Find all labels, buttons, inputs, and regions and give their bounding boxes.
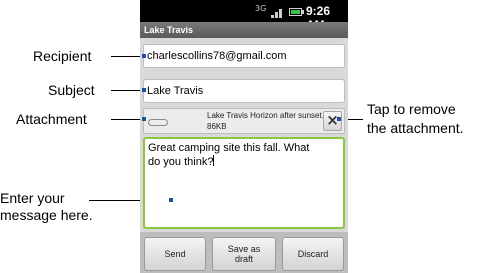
message-body-line2: do you think? xyxy=(148,156,214,168)
callout-recipient-dot xyxy=(142,54,146,58)
callout-subject: Subject xyxy=(48,82,95,98)
message-body-field[interactable]: Great camping site this fall. What do yo… xyxy=(143,137,345,229)
remove-attachment-button[interactable]: × xyxy=(323,111,342,131)
action-bar: Send Save as draft Discard xyxy=(140,232,348,273)
callout-recipient: Recipient xyxy=(33,48,92,64)
callout-remove-line1: Tap to remove xyxy=(367,101,456,117)
callout-message-dot xyxy=(169,198,173,202)
text-cursor xyxy=(213,155,215,166)
callout-remove-dot xyxy=(337,117,341,121)
callout-attachment: Attachment xyxy=(16,111,87,127)
attachment-name: Lake Travis Horizon after sunset. xyxy=(207,111,324,120)
discard-button[interactable]: Discard xyxy=(282,237,344,271)
callout-subject-dot xyxy=(142,88,146,92)
callout-attachment-dot xyxy=(142,117,146,121)
battery-icon xyxy=(289,8,302,16)
message-body-line1: Great camping site this fall. What xyxy=(148,142,310,154)
send-button[interactable]: Send xyxy=(144,237,206,271)
callout-message-line1: Enter your xyxy=(0,190,65,206)
callout-message-line2: message here. xyxy=(0,207,93,223)
paperclip-icon xyxy=(148,119,168,126)
discard-button-label: Discard xyxy=(297,249,329,259)
subject-field[interactable]: Lake Travis xyxy=(143,79,345,103)
save-draft-label: Save as draft xyxy=(227,244,261,264)
send-button-label: Send xyxy=(164,249,186,259)
attachment-size: 86KB xyxy=(207,122,227,131)
callout-remove-line2: the attachment. xyxy=(367,120,464,136)
save-draft-button[interactable]: Save as draft xyxy=(212,237,276,271)
phone-screen: 3G 9:26 AM Lake Travis charlescollins78@… xyxy=(140,0,348,273)
attachment-row[interactable]: Lake Travis Horizon after sunset. 86KB × xyxy=(143,108,345,134)
network-indicator: 3G xyxy=(255,4,267,13)
signal-icon xyxy=(271,7,285,18)
recipient-field[interactable]: charlescollins78@gmail.com xyxy=(143,44,345,68)
status-bar: 3G 9:26 AM xyxy=(140,0,348,32)
app-title-bar: Lake Travis xyxy=(140,22,348,38)
battery-tip xyxy=(302,10,304,14)
